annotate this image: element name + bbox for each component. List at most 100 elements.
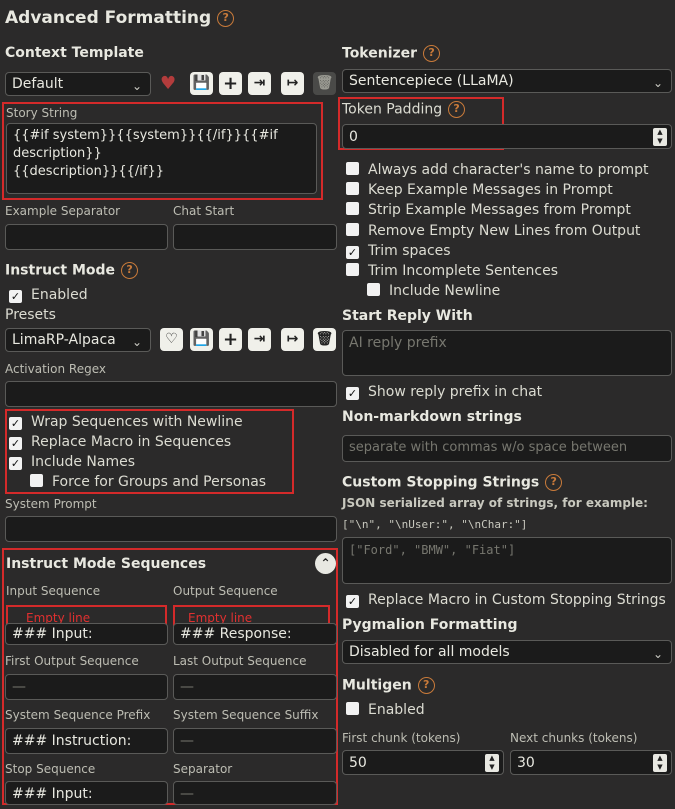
output-sequence-input[interactable]: ### Response:: [173, 623, 337, 645]
help-icon[interactable]: ?: [545, 474, 563, 491]
help-icon[interactable]: ?: [448, 101, 466, 118]
context-template-heading: Context Template: [5, 45, 144, 61]
reply-prefix-textarea[interactable]: AI reply prefix: [342, 330, 672, 376]
checkmark-icon: ✓: [9, 290, 22, 303]
sys-suffix-input[interactable]: —: [173, 728, 337, 754]
replace-macro-checkbox[interactable]: ✓ Replace Macro in Sequences: [9, 434, 231, 450]
system-prompt-label: System Prompt: [5, 497, 97, 511]
story-string-textarea[interactable]: {{#if system}}{{system}}{{/if}}{{#if des…: [6, 123, 317, 194]
export-icon[interactable]: ↦: [281, 328, 304, 351]
add-icon[interactable]: +: [219, 72, 242, 95]
input-sequence-label: Input Sequence: [6, 584, 101, 598]
tokenizer-heading: Tokenizer?: [342, 45, 441, 62]
always-add-name-checkbox[interactable]: Always add character's name to prompt: [346, 162, 649, 178]
sys-prefix-input[interactable]: ### Instruction:: [5, 728, 168, 754]
import-icon[interactable]: ⇥: [248, 328, 271, 351]
help-icon[interactable]: ?: [423, 45, 441, 62]
first-chunk-label: First chunk (tokens): [342, 731, 461, 745]
import-icon[interactable]: ⇥: [248, 72, 271, 95]
help-icon[interactable]: ?: [417, 677, 435, 694]
checkmark-icon: ✓: [346, 595, 359, 608]
first-output-label: First Output Sequence: [5, 654, 139, 668]
separator-label: Separator: [173, 762, 233, 776]
page-title: Advanced Formatting?: [5, 8, 235, 28]
output-sequence-label: Output Sequence: [173, 584, 278, 598]
checkmark-icon: ✓: [346, 387, 359, 400]
help-icon[interactable]: ?: [217, 9, 235, 27]
stopping-strings-example: ["\n", "\nUser:", "\nChar:"]: [342, 518, 528, 531]
pygmalion-select[interactable]: Disabled for all models ⌄: [342, 640, 672, 664]
instruct-enabled-checkbox[interactable]: ✓ Enabled: [9, 287, 88, 303]
trash-icon[interactable]: 🗑: [313, 328, 336, 351]
chat-start-label: Chat Start: [173, 204, 235, 218]
force-groups-checkbox[interactable]: Force for Groups and Personas: [30, 474, 266, 490]
chevron-down-icon: ⌄: [131, 79, 142, 93]
stop-sequence-label: Stop Sequence: [5, 762, 96, 776]
checkmark-icon: ✓: [9, 417, 22, 430]
sys-suffix-label: System Sequence Suffix: [173, 708, 319, 722]
add-icon[interactable]: +: [219, 328, 242, 351]
collapse-icon[interactable]: ⌃: [315, 553, 336, 574]
chat-start-input[interactable]: [173, 224, 337, 250]
token-padding-label: Token Padding?: [342, 101, 466, 118]
non-markdown-heading: Non-markdown strings: [342, 409, 522, 425]
sequences-heading: Instruct Mode Sequences: [6, 556, 207, 572]
trim-spaces-checkbox[interactable]: ✓ Trim spaces: [346, 243, 451, 259]
trim-incomplete-checkbox[interactable]: Trim Incomplete Sentences: [346, 263, 558, 279]
first-output-input[interactable]: —: [5, 674, 168, 700]
example-separator-input[interactable]: [5, 224, 168, 250]
start-reply-heading: Start Reply With: [342, 308, 473, 324]
include-names-checkbox[interactable]: ✓ Include Names: [9, 454, 135, 470]
checkmark-icon: ✓: [346, 246, 359, 259]
sys-prefix-label: System Sequence Prefix: [5, 708, 151, 722]
last-output-label: Last Output Sequence: [173, 654, 307, 668]
story-string-label: Story String: [6, 106, 78, 120]
token-padding-input[interactable]: 0 ▲ ▼: [342, 124, 672, 149]
non-markdown-input[interactable]: separate with commas w/o space between: [342, 435, 672, 462]
system-prompt-input[interactable]: [5, 516, 337, 542]
help-icon[interactable]: ?: [121, 262, 139, 279]
keep-examples-checkbox[interactable]: Keep Example Messages in Prompt: [346, 182, 613, 198]
pygmalion-heading: Pygmalion Formatting: [342, 617, 518, 633]
presets-label: Presets: [5, 307, 56, 323]
show-prefix-checkbox[interactable]: ✓ Show reply prefix in chat: [346, 384, 542, 400]
next-chunks-input[interactable]: 30 ▲ ▼: [510, 750, 672, 775]
instruct-mode-heading: Instruct Mode?: [5, 262, 139, 279]
save-icon[interactable]: 💾: [190, 72, 213, 95]
export-icon[interactable]: ↦: [281, 72, 304, 95]
include-newline-checkbox[interactable]: Include Newline: [367, 283, 500, 299]
spinner-icon[interactable]: ▲ ▼: [485, 754, 499, 772]
activation-regex-label: Activation Regex: [5, 362, 106, 376]
stopping-strings-description: JSON serialized array of strings, for ex…: [342, 496, 648, 510]
checkmark-icon: ✓: [9, 437, 22, 450]
remove-empty-lines-checkbox[interactable]: Remove Empty New Lines from Output: [346, 223, 640, 239]
spinner-icon[interactable]: ▲ ▼: [653, 754, 667, 772]
tokenizer-select[interactable]: Sentencepiece (LLaMA) ⌄: [342, 69, 672, 93]
stopping-strings-textarea[interactable]: ["Ford", "BMW", "Fiat"]: [342, 537, 672, 584]
last-output-input[interactable]: —: [173, 674, 337, 700]
stop-sequence-input[interactable]: ### Input:: [5, 781, 168, 805]
multigen-heading: Multigen?: [342, 677, 435, 694]
heart-icon[interactable]: ♥: [160, 73, 176, 95]
chevron-down-icon: ⌄: [652, 647, 663, 661]
strip-examples-checkbox[interactable]: Strip Example Messages from Prompt: [346, 202, 631, 218]
replace-macro-stopping-checkbox[interactable]: ✓ Replace Macro in Custom Stopping String…: [346, 592, 666, 608]
spinner-icon[interactable]: ▲ ▼: [653, 128, 667, 146]
first-chunk-input[interactable]: 50 ▲ ▼: [342, 750, 504, 775]
input-sequence-input[interactable]: ### Input:: [5, 623, 168, 645]
chevron-down-icon: ⌄: [652, 76, 663, 90]
checkmark-icon: ✓: [9, 457, 22, 470]
save-icon[interactable]: 💾: [190, 328, 213, 351]
trash-icon[interactable]: 🗑: [313, 72, 336, 95]
instruct-preset-select[interactable]: LimaRP-Alpaca ⌄: [5, 328, 151, 352]
separator-input[interactable]: —: [173, 781, 337, 805]
heart-icon[interactable]: ♡: [160, 328, 183, 351]
activation-regex-input[interactable]: [5, 381, 337, 407]
wrap-newline-checkbox[interactable]: ✓ Wrap Sequences with Newline: [9, 414, 243, 430]
stopping-strings-heading: Custom Stopping Strings?: [342, 474, 563, 491]
multigen-enabled-checkbox[interactable]: Enabled: [346, 702, 425, 718]
context-template-select[interactable]: Default ⌄: [5, 72, 151, 96]
example-separator-label: Example Separator: [5, 204, 121, 218]
next-chunks-label: Next chunks (tokens): [510, 731, 638, 745]
chevron-down-icon: ⌄: [131, 335, 142, 349]
